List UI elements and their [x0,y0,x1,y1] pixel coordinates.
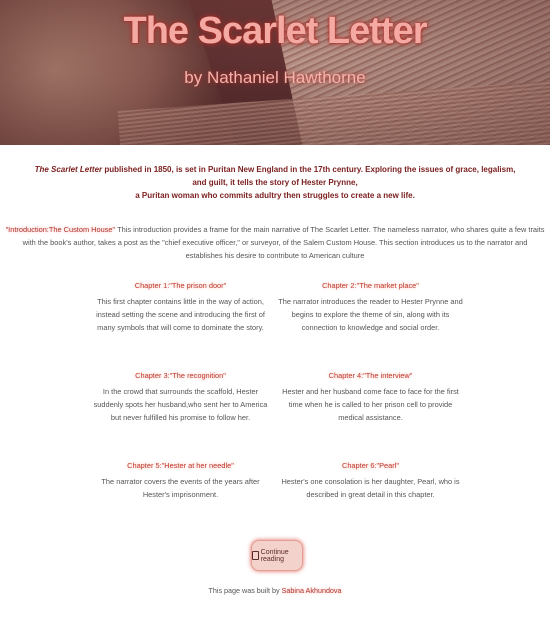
chapter-card-3: Chapter 3:"The recognition" In the crowd… [88,369,273,424]
chapter-description: The narrator covers the events of the ye… [101,477,260,499]
chapter-description: Hester and her husband come face to face… [282,387,459,422]
chapter-card-1: Chapter 1:"The prison door" This first c… [88,279,273,334]
introduction-label: "Introduction:The Custom House" [5,225,116,234]
author-link[interactable]: Sabina Akhundova [282,586,342,595]
chapter-description: This first chapter contains little in th… [96,297,265,332]
chapter-card-4: Chapter 4:"The interview" Hester and her… [278,369,463,424]
summary-line-1: published in 1850, is set in Puritan New… [102,165,516,187]
chapter-title: Chapter 2:"The market place" [322,281,419,290]
footer-credit-prefix: This page was built by [208,586,282,595]
chapter-title: Chapter 1:"The prison door" [134,281,227,290]
chapter-description: The narrator introduces the reader to He… [278,297,463,332]
chapter-card-6: Chapter 6:"Pearl" Hester's one consolati… [278,459,463,501]
book-icon [252,551,259,560]
continue-reading-button[interactable]: Continue reading [251,540,303,571]
chapter-title: Chapter 5:"Hester at her needle" [127,461,234,470]
chapter-card-2: Chapter 2:"The market place" The narrato… [278,279,463,334]
page-title: The Scarlet Letter [123,10,428,52]
chapter-description: Hester's one consolation is her daughter… [281,477,460,499]
book-summary: The Scarlet Letter published in 1850, is… [30,163,520,202]
chapter-title: Chapter 3:"The recognition" [135,371,226,380]
chapter-title: Chapter 6:"Pearl" [341,461,399,470]
chapter-description: In the crowd that surrounds the scaffold… [93,387,268,422]
hero-banner: The Scarlet Letter by Nathaniel Hawthorn… [0,0,550,145]
chapter-title: Chapter 4:"The interview" [328,371,413,380]
author-byline: by Nathaniel Hawthorne [184,68,366,87]
summary-book-title: The Scarlet Letter [34,165,103,174]
chapter-card-5: Chapter 5:"Hester at her needle" The nar… [88,459,273,501]
introduction-section: "Introduction:The Custom House" This int… [4,223,546,262]
continue-reading-label: Continue reading [260,548,289,563]
summary-line-2: a Puritan woman who commits adultry then… [135,191,415,200]
footer: This page was built by Sabina Akhundova [0,586,550,595]
